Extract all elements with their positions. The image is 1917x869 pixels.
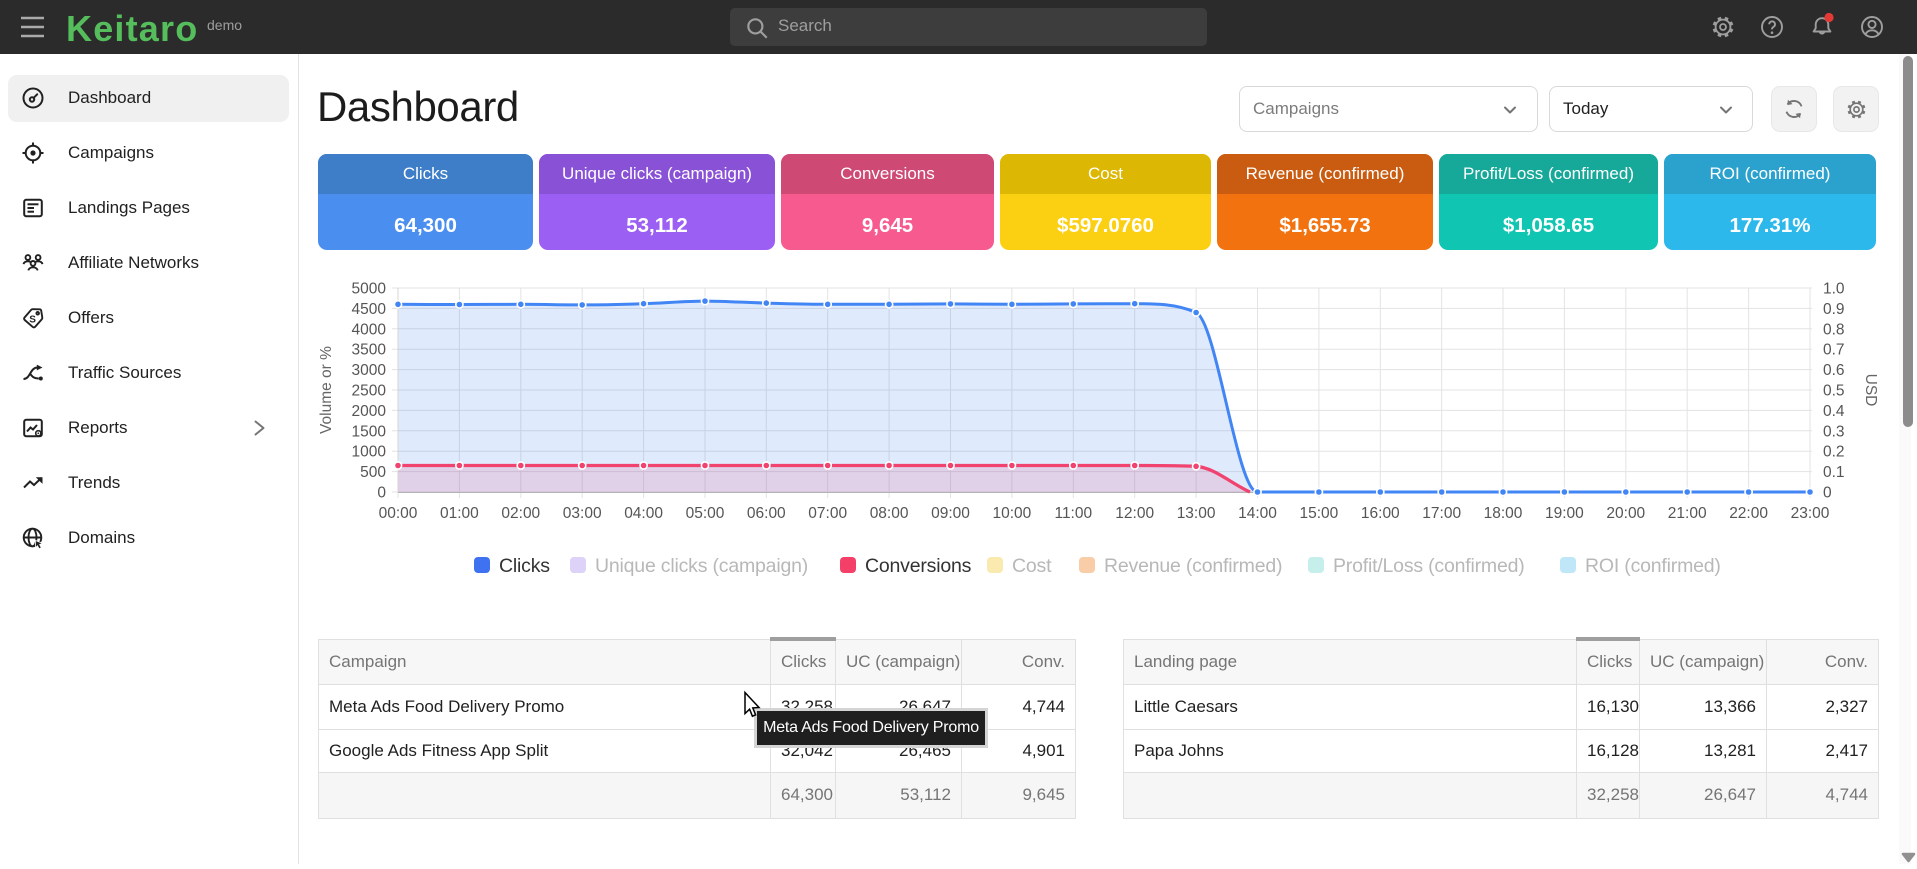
svg-text:2500: 2500 (352, 383, 387, 400)
svg-text:03:00: 03:00 (563, 505, 602, 522)
svg-text:3000: 3000 (352, 362, 387, 379)
svg-text:4500: 4500 (352, 301, 387, 318)
svg-text:19:00: 19:00 (1545, 505, 1584, 522)
svg-text:500: 500 (360, 464, 386, 481)
svg-text:20:00: 20:00 (1606, 505, 1645, 522)
svg-text:08:00: 08:00 (870, 505, 909, 522)
svg-text:02:00: 02:00 (501, 505, 540, 522)
svg-text:12:00: 12:00 (1115, 505, 1154, 522)
svg-text:11:00: 11:00 (1054, 505, 1092, 522)
svg-text:01:00: 01:00 (440, 505, 479, 522)
svg-text:14:00: 14:00 (1238, 505, 1277, 522)
svg-text:00:00: 00:00 (379, 505, 418, 522)
svg-text:16:00: 16:00 (1361, 505, 1400, 522)
svg-text:3500: 3500 (352, 342, 387, 359)
svg-text:2000: 2000 (352, 403, 387, 420)
svg-text:18:00: 18:00 (1484, 505, 1523, 522)
svg-text:06:00: 06:00 (747, 505, 786, 522)
svg-text:15:00: 15:00 (1300, 505, 1339, 522)
svg-text:0.7: 0.7 (1823, 342, 1845, 359)
svg-text:1500: 1500 (352, 423, 387, 440)
svg-text:04:00: 04:00 (624, 505, 663, 522)
svg-text:07:00: 07:00 (808, 505, 847, 522)
svg-text:0.4: 0.4 (1823, 403, 1845, 420)
svg-text:17:00: 17:00 (1422, 505, 1461, 522)
svg-text:10:00: 10:00 (993, 505, 1032, 522)
svg-text:13:00: 13:00 (1177, 505, 1216, 522)
svg-text:05:00: 05:00 (686, 505, 725, 522)
svg-text:21:00: 21:00 (1668, 505, 1707, 522)
svg-text:Volume or %: Volume or % (318, 346, 335, 434)
svg-text:0.2: 0.2 (1823, 444, 1845, 461)
svg-text:0: 0 (377, 485, 386, 502)
svg-text:1000: 1000 (352, 444, 387, 461)
svg-text:0.3: 0.3 (1823, 423, 1845, 440)
svg-text:0.1: 0.1 (1823, 464, 1845, 481)
svg-text:22:00: 22:00 (1729, 505, 1768, 522)
svg-text:23:00: 23:00 (1791, 505, 1830, 522)
svg-text:0.6: 0.6 (1823, 362, 1845, 379)
svg-text:0: 0 (1823, 485, 1832, 502)
svg-text:USD: USD (1862, 374, 1879, 407)
svg-text:09:00: 09:00 (931, 505, 970, 522)
svg-text:1.0: 1.0 (1823, 281, 1845, 298)
svg-text:5000: 5000 (352, 281, 387, 298)
svg-text:0.9: 0.9 (1823, 301, 1845, 318)
svg-text:0.8: 0.8 (1823, 321, 1845, 338)
svg-text:0.5: 0.5 (1823, 383, 1845, 400)
svg-text:S: S (29, 315, 36, 326)
svg-text:4000: 4000 (352, 321, 387, 338)
